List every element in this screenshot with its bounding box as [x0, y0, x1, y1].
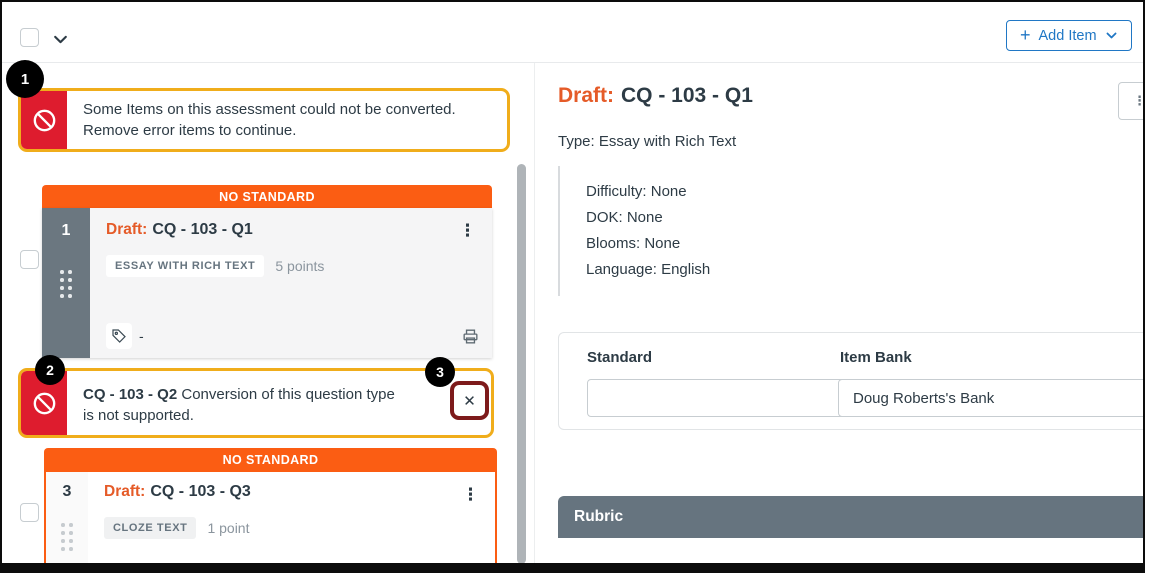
item3-kebab-menu-icon[interactable]: ⋮	[458, 482, 483, 507]
item1-checkbox[interactable]	[20, 250, 39, 269]
standard-select[interactable]	[587, 379, 877, 417]
plus-icon: +	[1020, 25, 1031, 45]
item1-type-badge: ESSAY WITH RICH TEXT	[106, 255, 265, 277]
standard-label: Standard	[587, 349, 653, 366]
meta-dok: DOK: None	[586, 209, 663, 226]
item1-points: 5 points	[275, 258, 325, 274]
detail-draft-status: Draft:	[558, 84, 614, 107]
detail-title: CQ - 103 - Q1	[621, 84, 753, 107]
printer-icon[interactable]	[461, 327, 480, 346]
assessment-error-line2: Remove error items to continue.	[83, 122, 297, 139]
kebab-icon: ⋮	[1133, 93, 1145, 108]
add-item-button[interactable]: + Add Item	[1006, 20, 1132, 51]
tag-icon[interactable]	[106, 323, 132, 349]
close-icon: ✕	[463, 392, 476, 410]
detail-type-line: Type: Essay with Rich Text	[558, 133, 737, 150]
rubric-section-header: Rubric	[558, 496, 1143, 538]
header-divider	[2, 62, 1143, 63]
panel-divider	[534, 63, 535, 563]
assessment-error-banner: Some Items on this assessment could not …	[18, 88, 510, 152]
meta-blooms: Blooms: None	[586, 235, 681, 252]
item1-tag-value: -	[139, 328, 144, 344]
item3-checkbox[interactable]	[20, 503, 39, 522]
app-window: + Add Item Some Items on this assessment…	[0, 0, 1145, 573]
item-error-code: CQ - 103 - Q2	[83, 386, 178, 403]
meta-language: Language: English	[586, 261, 711, 278]
error-strip	[21, 91, 67, 149]
item-bank-input[interactable]	[838, 379, 1143, 417]
item1-number: 1	[61, 222, 71, 239]
item-card-3[interactable]: NO STANDARD 3 Draft: CQ - 103 - Q3 ⋮ CLO…	[44, 448, 497, 563]
item-bank-label: Item Bank	[840, 349, 912, 366]
item3-draft-status: Draft:	[104, 483, 146, 500]
add-item-label: Add Item	[1038, 27, 1097, 44]
item3-type-badge: CLOZE TEXT	[104, 517, 197, 539]
callout-annotation-1: 1	[6, 60, 44, 98]
item-error-text: CQ - 103 - Q2 Conversion of this questio…	[67, 371, 419, 435]
detail-meta-block: Difficulty: None DOK: None Blooms: None …	[558, 166, 710, 296]
item-error-banner: CQ - 103 - Q2 Conversion of this questio…	[18, 368, 494, 438]
standard-itembank-card: Standard Item Bank	[558, 332, 1143, 430]
assessment-error-text: Some Items on this assessment could not …	[67, 91, 472, 149]
item1-kebab-menu-icon[interactable]: ⋮	[455, 218, 480, 243]
callout-annotation-3: 3	[425, 357, 455, 387]
item1-side-rail: 1	[42, 208, 90, 358]
screenshot-canvas: + Add Item Some Items on this assessment…	[0, 0, 1158, 575]
list-scrollbar-thumb[interactable]	[517, 164, 526, 563]
item3-title: CQ - 103 - Q3	[150, 483, 251, 500]
item3-drag-handle-icon[interactable]	[61, 523, 73, 551]
item1-draft-status: Draft:	[106, 221, 148, 238]
item-card-1[interactable]: NO STANDARD 1 Draft: CQ - 103 - Q1 ⋮ ESS…	[42, 185, 492, 358]
rubric-label: Rubric	[574, 508, 624, 525]
prohibition-icon	[33, 392, 55, 414]
prohibition-icon	[33, 109, 55, 131]
item3-side-rail: 3	[46, 472, 88, 563]
select-all-checkbox[interactable]	[20, 28, 39, 47]
assessment-error-line1: Some Items on this assessment could not …	[83, 101, 456, 118]
item1-drag-handle-icon[interactable]	[60, 270, 72, 298]
chevron-down-icon	[1106, 32, 1117, 39]
item3-points: 1 point	[207, 520, 250, 536]
remove-error-item-button[interactable]: ✕	[450, 381, 489, 420]
item3-standard-banner: NO STANDARD	[44, 448, 497, 472]
select-menu-chevron-down-icon[interactable]	[52, 31, 69, 48]
item1-title: CQ - 103 - Q1	[152, 221, 253, 238]
detail-more-button[interactable]: ⋮	[1118, 82, 1145, 120]
callout-annotation-2: 2	[35, 355, 65, 385]
detail-heading: Draft: CQ - 103 - Q1	[558, 84, 753, 108]
item3-number: 3	[62, 483, 72, 500]
meta-difficulty: Difficulty: None	[586, 183, 687, 200]
item1-standard-banner: NO STANDARD	[42, 185, 492, 208]
